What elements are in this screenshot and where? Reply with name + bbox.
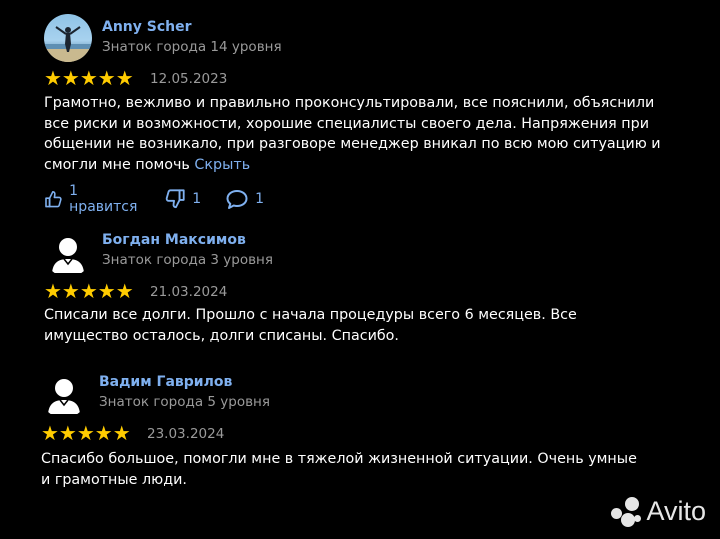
reviewer-level: Знаток города 5 уровня (99, 394, 271, 410)
reviewer-name[interactable]: Anny Scher (102, 19, 192, 35)
like-button[interactable]: 1 нравится (44, 183, 140, 215)
review-body: Грамотно, вежливо и правильно проконсуль… (44, 95, 661, 173)
review-text: Списали все долги. Прошло с начала проце… (44, 305, 664, 346)
comment-icon (226, 190, 248, 209)
user-avatar[interactable] (40, 370, 88, 418)
user-silhouette-icon (52, 238, 84, 273)
dislike-count: 1 (192, 191, 202, 207)
review-body: Спасибо большое, помогли мне в тяжелой ж… (41, 451, 637, 488)
reviewer-level: Знаток города 14 уровня (102, 39, 282, 55)
user-avatar[interactable] (44, 229, 92, 277)
review-date: 12.05.2023 (150, 71, 228, 87)
reviewer-name[interactable]: Вадим Гаврилов (99, 374, 232, 390)
user-avatar[interactable] (44, 14, 92, 62)
star-rating: ★★★★★ (41, 421, 131, 445)
like-count: 1 нравится (69, 183, 138, 215)
thumbs-up-icon (45, 191, 62, 208)
user-silhouette-icon (48, 379, 80, 414)
rating-stars: ★★★★★ (41, 423, 131, 443)
comment-button[interactable]: 1 (225, 188, 264, 210)
avito-logo-text: Avito (646, 496, 706, 526)
review-body: Списали все долги. Прошло с начала проце… (44, 307, 577, 344)
reviewer-name[interactable]: Богдан Максимов (102, 232, 246, 248)
comment-count: 1 (255, 191, 265, 207)
rating-stars: ★★★★★ (44, 281, 134, 301)
hide-text-link[interactable]: Скрыть (194, 157, 250, 173)
review-date: 21.03.2024 (150, 284, 228, 300)
reviewer-level: Знаток города 3 уровня (102, 252, 274, 268)
star-rating: ★★★★★ (44, 279, 134, 303)
review-date: 23.03.2024 (147, 426, 225, 442)
avito-watermark: Avito (611, 496, 706, 527)
avito-logo-icon (611, 496, 642, 527)
rating-stars: ★★★★★ (44, 68, 134, 88)
thumbs-down-icon (165, 189, 185, 209)
dislike-button[interactable]: 1 (164, 188, 201, 210)
star-rating: ★★★★★ (44, 66, 134, 90)
review-text: Спасибо большое, помогли мне в тяжелой ж… (41, 449, 641, 490)
review-text: Грамотно, вежливо и правильно проконсуль… (44, 93, 664, 175)
review-actions: 1 нравится 1 1 (44, 183, 288, 215)
